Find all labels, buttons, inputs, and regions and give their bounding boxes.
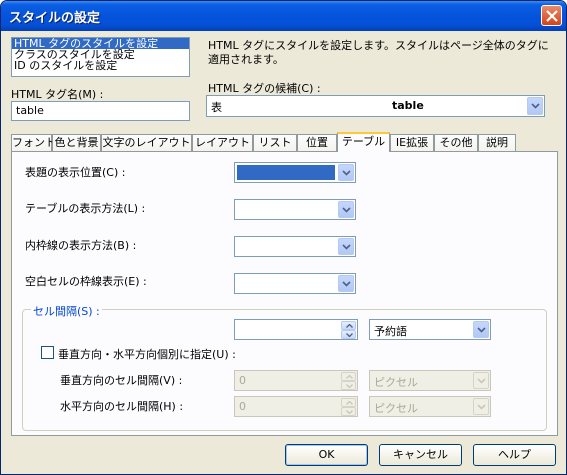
ok-button[interactable]: OK (285, 444, 368, 466)
cell-spacing-group: セル間隔(S) : 予約語 垂直方向・水平方向個別に指定(U): 垂直方向のセ… (22, 303, 547, 431)
border-collapse-label: 内枠線の表示方法(B) : (25, 239, 137, 252)
tab-table[interactable]: テーブル (337, 132, 390, 152)
tab-layout[interactable]: レイアウト (192, 134, 253, 151)
tab-ie-extension[interactable]: IE拡張 (390, 134, 434, 151)
chevron-down-icon (477, 326, 486, 333)
style-settings-dialog: スタイルの設定 HTML タグのスタイルを設定 クラスのスタイルを設定 ID の… (0, 0, 567, 475)
list-item[interactable]: ID のスタイルを設定 (12, 60, 189, 71)
title-bar[interactable]: スタイルの設定 (1, 1, 566, 31)
tab-other[interactable]: その他 (434, 134, 478, 151)
tag-candidates-select[interactable]: 表 table (206, 95, 545, 117)
tab-font[interactable]: フォント (11, 134, 56, 151)
chevron-down-icon (531, 103, 540, 109)
spin-down-button[interactable] (341, 407, 356, 416)
selection-highlight (237, 165, 335, 180)
spin-up-button[interactable] (341, 398, 356, 407)
spin-down-button[interactable] (341, 330, 356, 339)
tag-candidate-tag: table (392, 99, 424, 112)
close-button[interactable] (541, 5, 562, 26)
select-value: ピクセル (374, 376, 418, 389)
chevron-down-icon (342, 169, 351, 176)
chevron-down-icon (342, 280, 351, 287)
cancel-button[interactable]: キャンセル (379, 444, 462, 466)
chevron-down-icon (342, 206, 351, 213)
window-title: スタイルの設定 (9, 11, 101, 26)
cell-spacing-stepper[interactable] (234, 319, 358, 340)
select-value: 予約語 (374, 325, 407, 338)
empty-cells-select[interactable] (234, 273, 356, 294)
cell-spacing-unit-select[interactable]: 予約語 (369, 319, 491, 340)
table-tab-panel: 表題の表示位置(C) : テーブルの表示方法(L) : 内枠線の表示方法(B) … (11, 151, 558, 436)
vertical-spacing-unit-select[interactable]: ピクセル (369, 370, 491, 391)
caption-position-select[interactable] (234, 162, 356, 183)
help-description: HTML タグにスタイルを設定します。スタイルはページ全体のタグに適用されます。 (208, 39, 549, 66)
dropdown-button[interactable] (338, 201, 354, 218)
tag-name-label: HTML タグ名(M) : (11, 88, 104, 101)
dropdown-button[interactable] (338, 275, 354, 292)
vertical-spacing-label: 垂直方向のセル間隔(V) : (60, 374, 183, 387)
stepper-value: 0 (239, 374, 246, 387)
spin-down-button[interactable] (341, 381, 356, 390)
chevron-up-icon (346, 324, 353, 328)
tab-color-background[interactable]: 色と背景 (52, 134, 101, 151)
chevron-down-icon (477, 377, 486, 384)
chevron-down-icon (346, 410, 353, 414)
separate-spacing-label: 垂直方向・水平方向個別に指定(U) : (58, 348, 236, 361)
horizontal-spacing-label: 水平方向のセル間隔(H) : (60, 400, 184, 413)
table-layout-select[interactable] (234, 199, 356, 220)
spin-up-button[interactable] (341, 372, 356, 381)
tag-name-input[interactable]: table (11, 101, 190, 121)
dropdown-button[interactable] (473, 398, 489, 415)
dropdown-button[interactable] (527, 97, 543, 115)
select-value: ピクセル (374, 402, 418, 415)
dropdown-button[interactable] (473, 372, 489, 389)
chevron-up-icon (346, 401, 353, 405)
chevron-down-icon (342, 243, 351, 250)
dropdown-button[interactable] (473, 321, 489, 338)
cell-spacing-legend: セル間隔(S) : (31, 303, 102, 319)
spin-up-button[interactable] (341, 321, 356, 330)
tab-text-layout[interactable]: 文字のレイアウト (101, 134, 192, 151)
border-collapse-select[interactable] (234, 236, 356, 257)
list-item[interactable]: HTML タグのスタイルを設定 (12, 38, 189, 49)
horizontal-spacing-unit-select[interactable]: ピクセル (369, 396, 491, 417)
tag-candidate-name: 表 (211, 101, 222, 114)
tag-candidates-label: HTML タグの候補(C) : (208, 82, 321, 95)
close-icon (546, 10, 558, 22)
tab-list[interactable]: リスト (253, 134, 297, 151)
chevron-up-icon (346, 375, 353, 379)
table-layout-label: テーブルの表示方法(L) : (25, 202, 146, 215)
separate-spacing-checkbox[interactable] (41, 346, 54, 359)
help-button[interactable]: ヘルプ (473, 444, 556, 466)
dropdown-button[interactable] (338, 164, 354, 181)
stepper-value: 0 (239, 400, 246, 413)
tab-position[interactable]: 位置 (297, 134, 337, 151)
chevron-down-icon (477, 403, 486, 410)
chevron-down-icon (346, 333, 353, 337)
empty-cells-label: 空白セルの枠線表示(E) : (25, 275, 147, 288)
style-type-list[interactable]: HTML タグのスタイルを設定 クラスのスタイルを設定 ID のスタイルを設定 (11, 37, 190, 77)
caption-position-label: 表題の表示位置(C) : (25, 166, 126, 179)
dropdown-button[interactable] (338, 238, 354, 255)
chevron-down-icon (346, 384, 353, 388)
list-item[interactable]: クラスのスタイルを設定 (12, 49, 189, 60)
horizontal-spacing-stepper[interactable]: 0 (234, 396, 358, 417)
vertical-spacing-stepper[interactable]: 0 (234, 370, 358, 391)
tab-description[interactable]: 説明 (478, 134, 516, 151)
